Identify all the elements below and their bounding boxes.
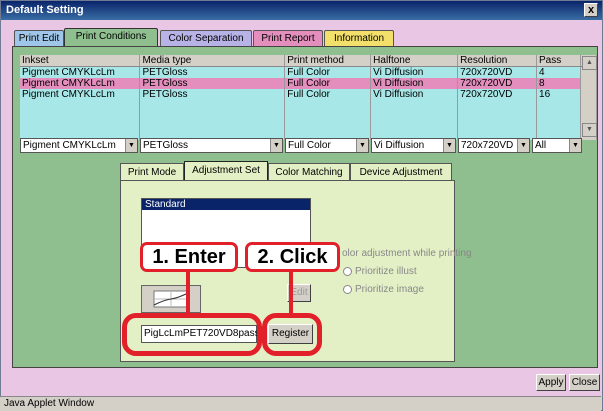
halftone-select-value: Vi Diffusion xyxy=(374,140,425,151)
inkset-select-value: Pigment CMYKLcLm xyxy=(23,140,116,151)
cell-media-type: PETGloss xyxy=(139,89,286,100)
cell-media-type: PETGloss xyxy=(139,78,286,89)
cell-print-method: Full Color xyxy=(284,66,372,78)
cell-halftone: Vi Diffusion xyxy=(370,66,459,78)
status-bar: Java Applet Window xyxy=(0,396,601,411)
chevron-down-icon[interactable]: ▼ xyxy=(443,139,455,152)
cell-halftone: Vi Diffusion xyxy=(370,78,459,89)
resolution-select-value: 720x720VD xyxy=(461,140,514,151)
tab-device-adjustment[interactable]: Device Adjustment xyxy=(350,163,452,181)
column-header-halftone[interactable]: Halftone xyxy=(370,55,459,67)
cell-pass: 16 xyxy=(536,89,581,100)
print-method-select-value: Full Color xyxy=(288,140,331,151)
tab-print-conditions[interactable]: Print Conditions xyxy=(64,28,158,47)
cell-inkset: Pigment CMYKLcLm xyxy=(20,89,141,100)
chevron-down-icon[interactable]: ▼ xyxy=(517,139,529,152)
status-text: Java Applet Window xyxy=(4,398,95,409)
table-row-empty xyxy=(20,110,598,120)
cell-resolution: 720x720VD xyxy=(457,89,538,100)
cell-resolution: 720x720VD xyxy=(457,66,538,78)
resolution-select[interactable]: 720x720VD ▼ xyxy=(458,138,530,153)
title-bar: Default Setting x xyxy=(1,1,602,20)
color-adjustment-label: olor adjustment while printing xyxy=(342,248,472,259)
cell-pass: 8 xyxy=(536,78,581,89)
prioritize-illust-label: Prioritize illust xyxy=(355,266,417,277)
tab-adjustment-set[interactable]: Adjustment Set xyxy=(184,161,268,181)
pass-select-value: All xyxy=(535,140,547,151)
column-header-media-type[interactable]: Media type xyxy=(139,55,286,67)
column-header-pass[interactable]: Pass xyxy=(536,55,581,67)
curve-graph-icon xyxy=(153,290,189,308)
table-row-empty xyxy=(20,100,598,110)
radio-icon[interactable] xyxy=(343,266,352,276)
prioritize-image-radio[interactable]: Prioritize image xyxy=(343,284,424,295)
click-callout: 2. Click xyxy=(245,242,340,272)
tab-color-separation[interactable]: Color Separation xyxy=(160,30,252,46)
tab-print-mode[interactable]: Print Mode xyxy=(120,163,184,181)
prioritize-illust-radio[interactable]: Prioritize illust xyxy=(343,266,417,277)
apply-button[interactable]: Apply xyxy=(536,374,566,391)
list-item[interactable]: Standard xyxy=(142,199,310,210)
cell-media-type: PETGloss xyxy=(139,66,286,78)
cell-inkset: Pigment CMYKLcLm xyxy=(20,66,141,78)
close-button[interactable]: Close xyxy=(569,374,600,391)
graph-button[interactable] xyxy=(141,285,201,313)
radio-icon[interactable] xyxy=(343,284,352,294)
column-header-print-method[interactable]: Print method xyxy=(284,55,372,67)
click-highlight xyxy=(262,313,322,356)
media-type-select-value: PETGloss xyxy=(143,140,189,151)
scroll-up-icon[interactable]: ▲ xyxy=(582,56,597,70)
chevron-down-icon[interactable]: ▼ xyxy=(270,139,282,152)
close-icon[interactable]: x xyxy=(584,3,598,17)
cell-inkset: Pigment CMYKLcLm xyxy=(20,78,141,89)
pass-select[interactable]: All ▼ xyxy=(532,138,582,153)
tab-print-report[interactable]: Print Report xyxy=(253,30,323,46)
halftone-select[interactable]: Vi Diffusion ▼ xyxy=(371,138,456,153)
scroll-down-icon[interactable]: ▼ xyxy=(582,123,597,137)
window-title: Default Setting xyxy=(6,4,84,16)
print-conditions-table: Inkset Media type Print method Halftone … xyxy=(20,55,598,140)
column-header-resolution[interactable]: Resolution xyxy=(457,55,538,67)
table-row-empty xyxy=(20,120,598,130)
tab-print-edit[interactable]: Print Edit xyxy=(14,30,64,46)
enter-callout: 1. Enter xyxy=(140,242,238,272)
table-row[interactable]: Pigment CMYKLcLm PETGloss Full Color Vi … xyxy=(20,78,598,89)
table-row[interactable]: Pigment CMYKLcLm PETGloss Full Color Vi … xyxy=(20,66,598,78)
chevron-down-icon[interactable]: ▼ xyxy=(569,139,581,152)
tab-color-matching[interactable]: Color Matching xyxy=(268,163,350,181)
print-method-select[interactable]: Full Color ▼ xyxy=(285,138,369,153)
cell-pass: 4 xyxy=(536,66,581,78)
cell-print-method: Full Color xyxy=(284,78,372,89)
cell-print-method: Full Color xyxy=(284,89,372,100)
inkset-select[interactable]: Pigment CMYKLcLm ▼ xyxy=(20,138,138,153)
chevron-down-icon[interactable]: ▼ xyxy=(125,139,137,152)
cell-resolution: 720x720VD xyxy=(457,78,538,89)
scrollbar-track[interactable] xyxy=(580,78,598,89)
table-row[interactable]: Pigment CMYKLcLm PETGloss Full Color Vi … xyxy=(20,89,598,100)
prioritize-image-label: Prioritize image xyxy=(355,284,424,295)
enter-connector xyxy=(186,271,190,314)
scrollbar-track[interactable] xyxy=(580,89,598,100)
chevron-down-icon[interactable]: ▼ xyxy=(356,139,368,152)
enter-highlight xyxy=(122,313,262,356)
tab-information[interactable]: Information xyxy=(324,30,394,46)
media-type-select[interactable]: PETGloss ▼ xyxy=(140,138,283,153)
cell-halftone: Vi Diffusion xyxy=(370,89,459,100)
column-header-inkset[interactable]: Inkset xyxy=(20,55,141,67)
click-connector xyxy=(289,271,293,314)
